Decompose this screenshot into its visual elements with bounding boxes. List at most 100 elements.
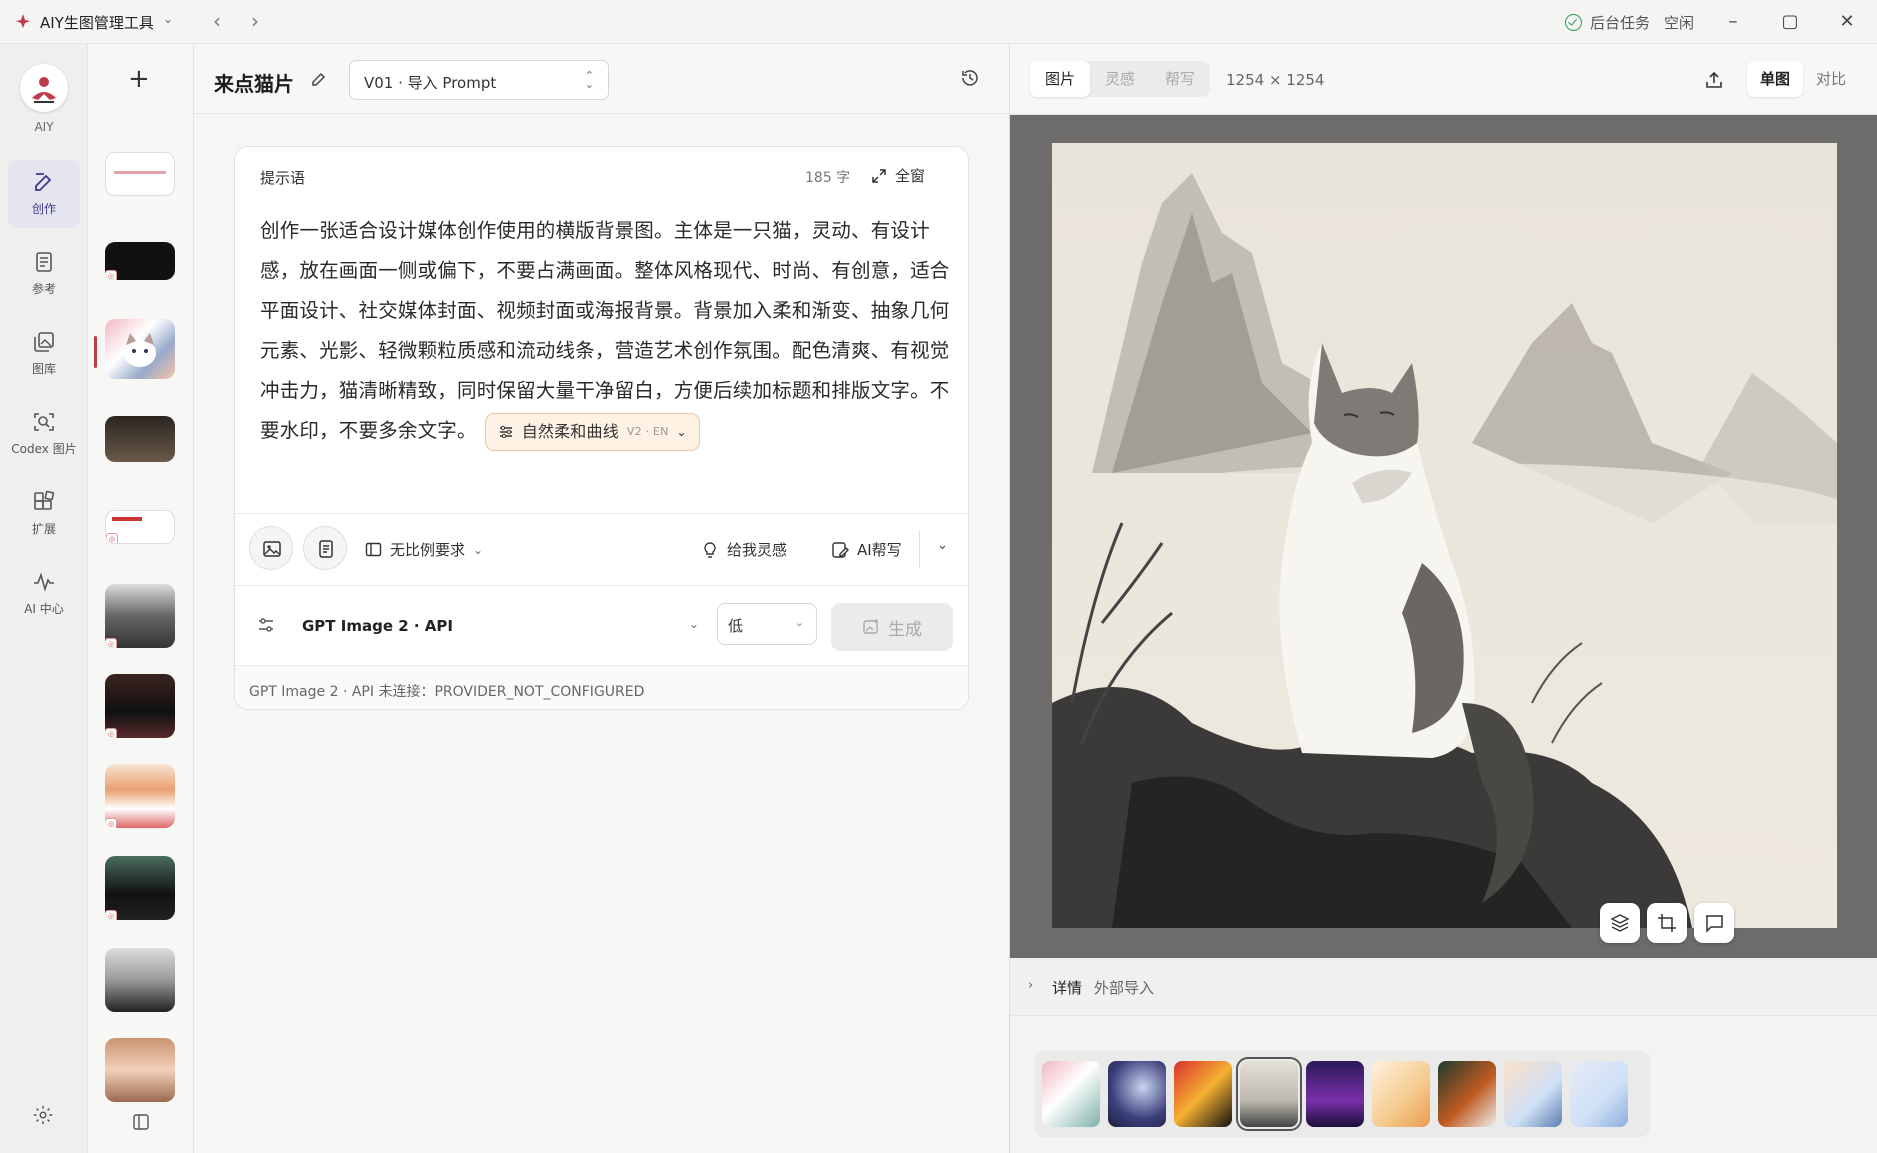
history-thumbnail[interactable]: [105, 948, 175, 1012]
inspire-button[interactable]: 给我灵感: [701, 539, 787, 560]
add-icon[interactable]: +: [128, 66, 150, 92]
app-logo-icon: [16, 14, 30, 28]
maximize-icon[interactable]: ▢: [1770, 7, 1810, 37]
image-badge-icon: ◎: [105, 728, 117, 738]
history-thumbnail[interactable]: [105, 152, 175, 196]
layers-icon: [1610, 914, 1630, 932]
comment-button[interactable]: [1694, 903, 1734, 943]
rail-item-create[interactable]: 创作: [8, 160, 80, 228]
panel-toggle-icon[interactable]: [133, 1114, 149, 1130]
image-badge-icon: ◎: [105, 818, 117, 828]
background-task-status: 后台任务 空闲: [1565, 12, 1694, 33]
variant-thumbnail[interactable]: [1174, 1061, 1232, 1127]
chevron-down-icon[interactable]: ⌄: [163, 12, 173, 26]
edit-icon: [35, 173, 52, 191]
version-select[interactable]: V01 · 导入 Prompt ⌃ ⌄: [349, 60, 609, 100]
rail-item-codex-images[interactable]: Codex 图片: [8, 400, 80, 468]
nav-rail: AIY 创作 参考 图库 Codex 图片 扩展 AI 中心: [0, 44, 88, 1153]
chevron-down-icon[interactable]: ⌄: [689, 617, 699, 631]
variant-thumbnail[interactable]: [1042, 1061, 1100, 1127]
rail-item-reference[interactable]: 参考: [8, 240, 80, 308]
model-select[interactable]: GPT Image 2 · API: [302, 617, 453, 635]
add-document-button[interactable]: [303, 526, 347, 570]
image-viewer-panel: 图片 灵感 帮写 1254 × 1254 单图 对比 › 详情 外部导入: [1009, 44, 1877, 1153]
prompt-textarea[interactable]: 创作一张适合设计媒体创作使用的横版背景图。主体是一只猫，灵动、有设计感，放在画面…: [260, 211, 950, 451]
variant-thumbnail[interactable]: [1108, 1061, 1166, 1127]
history-thumbnail[interactable]: ◎: [105, 242, 175, 280]
view-mode-toggle: 单图 对比: [1747, 61, 1859, 97]
variant-thumbnail[interactable]: [1438, 1061, 1496, 1127]
aspect-ratio-select[interactable]: 无比例要求 ⌄: [365, 539, 483, 560]
rail-item-extensions[interactable]: 扩展: [8, 480, 80, 548]
chevron-down-icon[interactable]: ⌄: [937, 538, 948, 553]
mode-compare-button[interactable]: 对比: [1803, 61, 1859, 97]
rename-pencil-icon[interactable]: [310, 70, 328, 88]
gear-icon[interactable]: [32, 1104, 54, 1126]
sliders-icon: [499, 425, 512, 438]
rail-item-ai-center[interactable]: AI 中心: [8, 560, 80, 628]
rail-item-label: Codex 图片: [11, 442, 77, 456]
expand-icon: [872, 168, 886, 183]
status-value: 空闲: [1664, 14, 1695, 32]
history-thumbnail[interactable]: ◎: [105, 510, 175, 544]
quality-select[interactable]: 低 ⌄: [717, 603, 817, 645]
details-bar[interactable]: › 详情 外部导入: [1010, 958, 1877, 1016]
image-canvas[interactable]: [1010, 115, 1877, 958]
tab-ai-write[interactable]: 帮写: [1150, 61, 1210, 97]
variant-strip: [1034, 1051, 1650, 1137]
image-icon: [263, 541, 281, 557]
details-value: 外部导入: [1094, 979, 1155, 997]
variant-thumbnail[interactable]: [1504, 1061, 1562, 1127]
project-title: 来点猫片: [214, 72, 294, 96]
ink-cat-painting: [1052, 143, 1837, 928]
close-icon[interactable]: ✕: [1827, 7, 1867, 37]
variant-thumbnail[interactable]: [1570, 1061, 1628, 1127]
rail-item-label: AI 中心: [24, 602, 64, 616]
aiy-logo[interactable]: [20, 64, 68, 112]
history-icon[interactable]: [960, 68, 980, 88]
history-thumbnail[interactable]: ◎: [105, 584, 175, 648]
history-thumbnail[interactable]: ◎: [105, 856, 175, 920]
history-thumbnail[interactable]: ◎: [105, 764, 175, 828]
rail-item-label: 图库: [31, 362, 56, 376]
minimize-icon[interactable]: –: [1713, 7, 1753, 37]
document-icon: [319, 540, 333, 558]
comment-icon: [1706, 915, 1723, 933]
viewer-tabs: 图片 灵感 帮写: [1030, 61, 1211, 97]
forward-arrow-icon[interactable]: ›: [241, 8, 269, 36]
back-arrow-icon[interactable]: ‹: [203, 8, 231, 36]
document-icon: [36, 252, 52, 272]
tab-image[interactable]: 图片: [1030, 61, 1091, 97]
history-thumbnail[interactable]: ◎: [105, 674, 175, 738]
history-thumbnail[interactable]: [105, 1038, 175, 1102]
fullscreen-button[interactable]: 全窗: [871, 165, 925, 186]
aspect-ratio-label: 无比例要求: [390, 541, 466, 559]
ai-write-button[interactable]: AI帮写: [831, 539, 902, 560]
chevron-down-icon: ⌄: [794, 616, 804, 629]
variant-thumbnail-selected[interactable]: [1236, 1057, 1302, 1131]
rail-item-label: 创作: [31, 202, 56, 216]
style-chip[interactable]: 自然柔和曲线 V2 · EN ⌄: [484, 412, 700, 451]
mode-single-button[interactable]: 单图: [1747, 61, 1804, 97]
layers-button[interactable]: [1600, 903, 1640, 943]
add-image-button[interactable]: [249, 526, 293, 570]
variant-thumbnail[interactable]: [1372, 1061, 1430, 1127]
chevron-down-icon: ⌄: [676, 424, 687, 439]
app-title[interactable]: AIY生图管理工具: [40, 12, 154, 33]
chevron-right-icon: ›: [1028, 978, 1034, 993]
crop-button[interactable]: [1647, 903, 1687, 943]
status-label: 后台任务: [1590, 14, 1651, 32]
generate-image-icon: [863, 619, 878, 634]
viewer-header: 图片 灵感 帮写 1254 × 1254 单图 对比: [1010, 44, 1877, 115]
connection-error-text: GPT Image 2 · API 未连接：PROVIDER_NOT_CONFI…: [235, 665, 968, 709]
generate-button[interactable]: 生成: [831, 603, 953, 651]
lightbulb-icon: [704, 541, 716, 558]
history-thumbnail[interactable]: [105, 319, 175, 379]
variant-thumbnail[interactable]: [1306, 1061, 1364, 1127]
rail-item-gallery[interactable]: 图库: [8, 320, 80, 388]
tab-inspiration[interactable]: 灵感: [1090, 61, 1150, 97]
export-icon[interactable]: [1704, 70, 1724, 90]
history-thumbnail[interactable]: [105, 416, 175, 462]
model-settings-icon[interactable]: [257, 616, 275, 634]
prompt-label: 提示语: [260, 169, 306, 187]
